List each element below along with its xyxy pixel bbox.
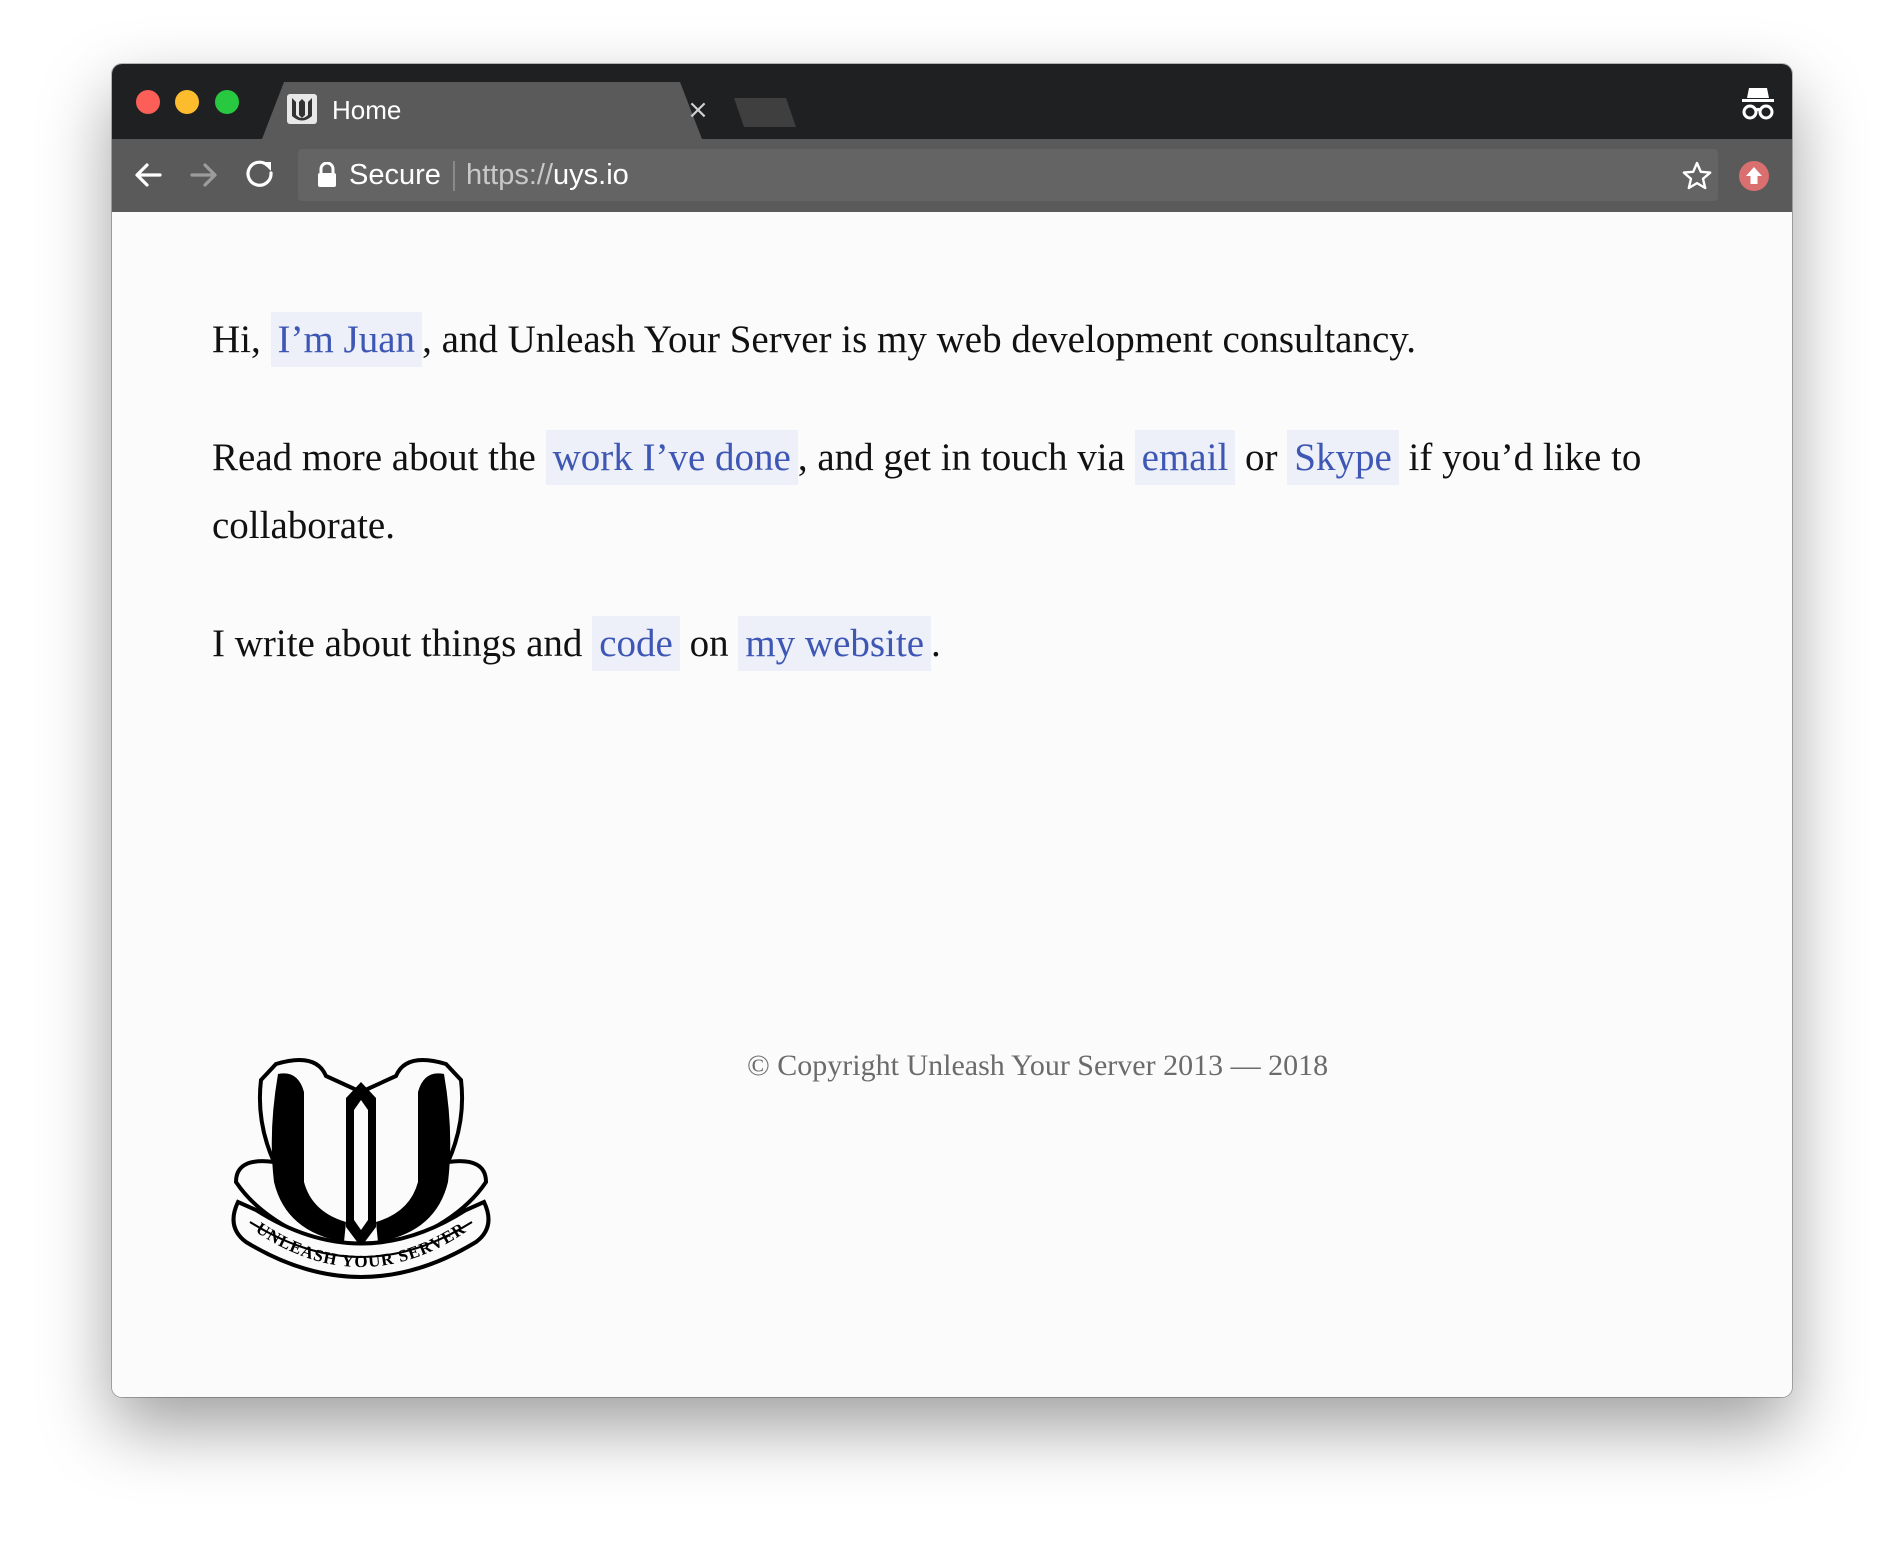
url-scheme: https:// (466, 159, 554, 191)
my-website-link[interactable]: my website (738, 616, 932, 671)
im-juan-link[interactable]: I’m Juan (270, 312, 423, 367)
tab-title: Home (332, 95, 402, 125)
uys-logo: UNLEASH YOUR SERVER (231, 1058, 491, 1279)
lock-icon (318, 162, 336, 187)
code-link[interactable]: code (592, 616, 680, 671)
new-tab-button[interactable] (734, 98, 796, 127)
writing-text-2: on (689, 622, 729, 665)
maximize-window-button[interactable] (215, 90, 239, 114)
address-bar[interactable]: Secure https://uys.io (298, 149, 1718, 201)
writing-paragraph: I write about things and code on my webs… (212, 610, 1712, 678)
url-text[interactable]: https://uys.io (466, 159, 629, 191)
browser-window: Home × Secure https://uys.io Hi, I’m Jua… (112, 64, 1792, 1397)
back-icon[interactable] (128, 155, 168, 195)
incognito-icon (1742, 88, 1774, 120)
extension-icon[interactable] (1738, 160, 1770, 192)
minimize-window-button[interactable] (175, 90, 199, 114)
secure-label: Secure (349, 159, 441, 191)
contact-text-2: , and get in touch via (797, 436, 1125, 479)
page-content: Hi, I’m Juan, and Unleash Your Server is… (112, 212, 1792, 1397)
email-link[interactable]: email (1134, 430, 1236, 485)
close-window-button[interactable] (136, 90, 160, 114)
reload-icon[interactable] (240, 155, 280, 195)
title-bar: Home × (112, 64, 1792, 139)
contact-text-1: Read more about the (212, 436, 536, 479)
intro-text-1: Hi, (212, 318, 261, 361)
writing-text-3: . (931, 622, 941, 665)
intro-text-2: , and Unleash Your Server is my web deve… (422, 318, 1417, 361)
favicon (287, 94, 317, 124)
work-done-link[interactable]: work I’ve done (545, 430, 798, 485)
tab-home[interactable] (262, 82, 702, 139)
star-icon[interactable] (1682, 161, 1712, 191)
omnibox-divider (453, 161, 455, 191)
writing-text-1: I write about things and (212, 622, 583, 665)
url-host: uys.io (553, 159, 629, 191)
skype-link[interactable]: Skype (1287, 430, 1399, 485)
copyright-text: © Copyright Unleash Your Server 2013 — 2… (747, 1049, 1329, 1082)
tab-close-icon[interactable]: × (684, 96, 712, 124)
intro-paragraph: Hi, I’m Juan, and Unleash Your Server is… (212, 306, 1712, 374)
contact-text-3: or (1245, 436, 1278, 479)
browser-toolbar: Secure https://uys.io (112, 139, 1792, 212)
contact-paragraph: Read more about the work I’ve done, and … (212, 424, 1712, 560)
forward-icon[interactable] (184, 155, 224, 195)
